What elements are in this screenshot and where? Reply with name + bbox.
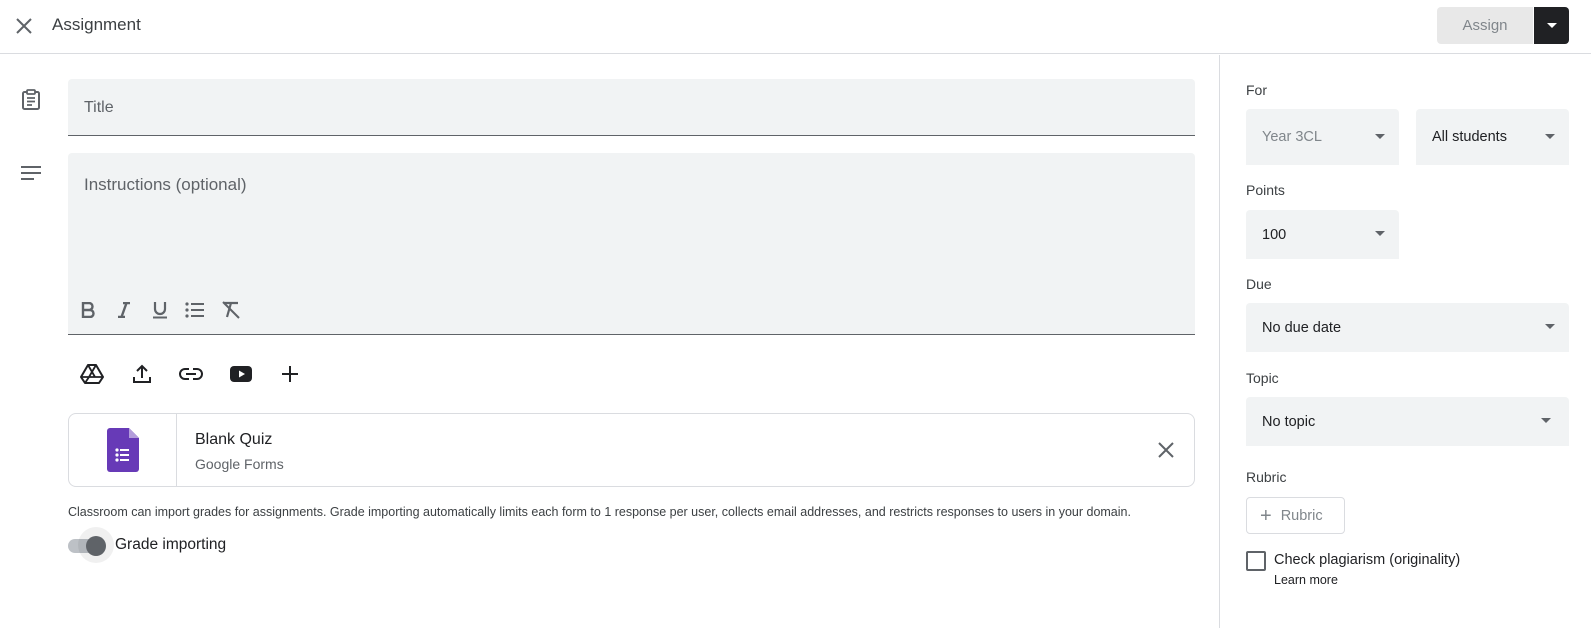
assign-button[interactable]: Assign xyxy=(1437,7,1533,44)
link-icon[interactable] xyxy=(175,358,207,390)
topic-select-value: No topic xyxy=(1262,414,1316,430)
due-date-value: No due date xyxy=(1262,320,1342,336)
dropdown-arrow-icon xyxy=(1541,418,1551,423)
dropdown-arrow-icon xyxy=(1545,134,1555,139)
add-rubric-button[interactable]: + Rubric xyxy=(1246,497,1345,534)
students-select-value: All students xyxy=(1432,129,1507,145)
assignment-icon xyxy=(19,88,43,112)
plus-icon: + xyxy=(1260,504,1272,527)
page-title: Assignment xyxy=(52,15,141,34)
attachment-title[interactable]: Blank Quiz xyxy=(195,431,272,449)
dropdown-arrow-icon xyxy=(1375,231,1385,236)
students-select[interactable]: All students xyxy=(1416,109,1569,165)
class-select-value: Year 3CL xyxy=(1262,129,1322,145)
dropdown-arrow-icon xyxy=(1545,324,1555,329)
rubric-label: Rubric xyxy=(1246,469,1287,485)
plagiarism-label: Check plagiarism (originality) xyxy=(1274,552,1461,568)
attachment-type: Google Forms xyxy=(195,456,284,472)
class-select[interactable]: Year 3CL xyxy=(1246,109,1399,165)
close-icon[interactable] xyxy=(10,12,38,40)
attachment-card[interactable]: Blank Quiz Google Forms xyxy=(68,413,1195,487)
youtube-icon[interactable] xyxy=(225,358,257,390)
settings-panel: For Year 3CL All students Points 100 Due… xyxy=(1219,55,1591,628)
underline-icon[interactable] xyxy=(146,296,174,324)
plagiarism-checkbox[interactable] xyxy=(1246,551,1266,571)
clear-formatting-icon[interactable] xyxy=(217,296,245,324)
title-field[interactable] xyxy=(68,79,1195,136)
assign-options-button[interactable] xyxy=(1534,7,1569,44)
bold-icon[interactable] xyxy=(74,296,102,324)
dropdown-arrow-icon xyxy=(1375,134,1385,139)
caret-down-icon xyxy=(1546,22,1557,28)
points-select-value: 100 xyxy=(1262,227,1287,243)
topic-label: Topic xyxy=(1246,370,1279,386)
italic-icon[interactable] xyxy=(110,296,138,324)
title-input[interactable] xyxy=(84,96,1174,120)
grade-importing-label: Grade importing xyxy=(115,536,227,553)
bulleted-list-icon[interactable] xyxy=(181,296,209,324)
topic-select[interactable]: No topic xyxy=(1246,397,1569,446)
instructions-input[interactable] xyxy=(84,175,1174,285)
top-bar: Assignment Assign xyxy=(0,0,1591,54)
rubric-button-label: Rubric xyxy=(1280,507,1323,524)
due-date-select[interactable]: No due date xyxy=(1246,303,1569,352)
points-select[interactable]: 100 xyxy=(1246,210,1399,259)
google-forms-icon xyxy=(69,414,177,486)
upload-icon[interactable] xyxy=(126,358,158,390)
for-label: For xyxy=(1246,82,1267,98)
remove-attachment-icon[interactable] xyxy=(1152,436,1180,464)
grade-import-note: Classroom can import grades for assignme… xyxy=(68,505,1131,519)
add-icon[interactable] xyxy=(274,358,306,390)
learn-more-link[interactable]: Learn more xyxy=(1274,573,1338,587)
grade-importing-toggle[interactable] xyxy=(68,527,114,563)
google-drive-icon[interactable] xyxy=(76,358,108,390)
instructions-field[interactable] xyxy=(68,153,1195,335)
due-label: Due xyxy=(1246,276,1272,292)
notes-icon xyxy=(19,161,43,185)
points-label: Points xyxy=(1246,182,1285,198)
